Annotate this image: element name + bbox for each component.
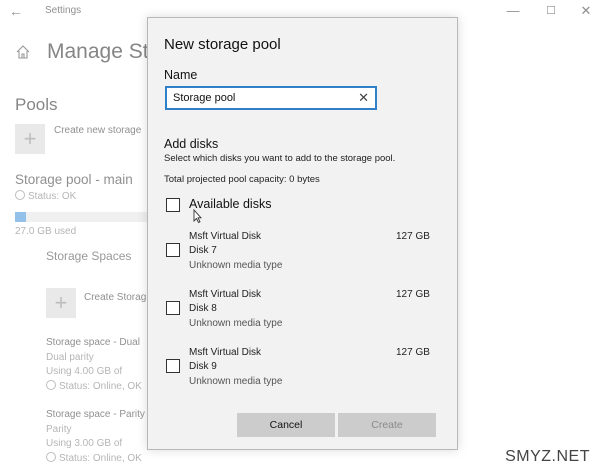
- disk-id: Disk 7: [189, 245, 217, 256]
- add-disks-description: Select which disks you want to add to th…: [164, 153, 396, 164]
- disk-size: 127 GB: [396, 289, 430, 300]
- disk-media-type: Unknown media type: [189, 318, 283, 329]
- pool-name-value: Storage pool: [173, 92, 236, 104]
- disk-name: Msft Virtual Disk: [189, 289, 262, 300]
- disk-size: 127 GB: [396, 231, 430, 242]
- disk-checkbox[interactable]: [166, 359, 180, 373]
- new-storage-pool-dialog: New storage pool Name Storage pool ✕ Add…: [147, 17, 458, 450]
- disk-size: 127 GB: [396, 347, 430, 358]
- disk-media-type: Unknown media type: [189, 376, 283, 387]
- select-all-checkbox[interactable]: [166, 198, 180, 212]
- disk-media-type: Unknown media type: [189, 260, 283, 271]
- pool-capacity: Total projected pool capacity: 0 bytes: [164, 174, 320, 185]
- disk-id: Disk 8: [189, 303, 217, 314]
- disk-name: Msft Virtual Disk: [189, 231, 262, 242]
- disk-checkbox[interactable]: [166, 301, 180, 315]
- create-button[interactable]: Create: [338, 413, 436, 437]
- clear-icon[interactable]: ✕: [358, 90, 369, 106]
- name-label: Name: [164, 68, 198, 82]
- disk-checkbox[interactable]: [166, 243, 180, 257]
- cancel-button[interactable]: Cancel: [237, 413, 335, 437]
- watermark: SMYZ.NET: [505, 448, 590, 465]
- add-disks-heading: Add disks: [164, 137, 219, 151]
- pool-name-input[interactable]: Storage pool ✕: [165, 86, 377, 110]
- mouse-cursor-icon: [193, 209, 202, 223]
- disk-id: Disk 9: [189, 361, 217, 372]
- disk-name: Msft Virtual Disk: [189, 347, 262, 358]
- dialog-title: New storage pool: [164, 36, 281, 53]
